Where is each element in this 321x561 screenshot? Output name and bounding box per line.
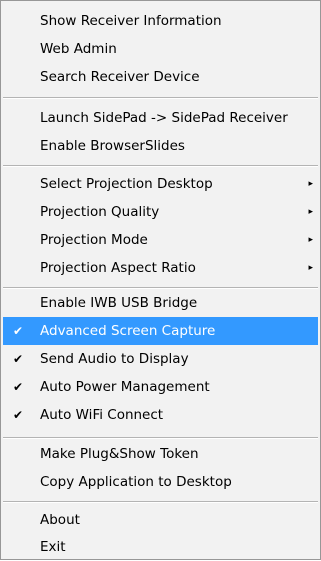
menu-item-enable-browserslides[interactable]: Enable BrowserSlides xyxy=(3,132,318,160)
menu-item-label: Launch SidePad -> SidePad Receiver xyxy=(40,110,288,126)
menu-item-select-projection-desktop[interactable]: Select Projection Desktop ▸ xyxy=(3,170,318,198)
menu-item-send-audio-to-display[interactable]: ✔ Send Audio to Display xyxy=(3,345,318,373)
menu-separator xyxy=(3,165,318,167)
menu-item-label: Enable BrowserSlides xyxy=(40,138,185,154)
menu-item-show-receiver-information[interactable]: Show Receiver Information xyxy=(3,7,318,35)
menu-separator xyxy=(3,97,318,99)
menu-item-projection-aspect-ratio[interactable]: Projection Aspect Ratio ▸ xyxy=(3,254,318,282)
submenu-arrow-icon: ▸ xyxy=(308,179,313,189)
menu-item-enable-iwb-usb-bridge[interactable]: Enable IWB USB Bridge xyxy=(3,289,318,317)
menu-item-projection-quality[interactable]: Projection Quality ▸ xyxy=(3,198,318,226)
checkmark-icon: ✔ xyxy=(13,408,24,422)
menu-item-label: Send Audio to Display xyxy=(40,351,189,367)
checkmark-icon: ✔ xyxy=(13,324,24,338)
menu-item-copy-application-to-desktop[interactable]: Copy Application to Desktop xyxy=(3,468,318,496)
checkmark-icon: ✔ xyxy=(13,352,24,366)
menu-item-label: Web Admin xyxy=(40,41,117,57)
menu-item-launch-sidepad[interactable]: Launch SidePad -> SidePad Receiver xyxy=(3,104,318,132)
menu-item-about[interactable]: About xyxy=(3,506,318,534)
menu-item-web-admin[interactable]: Web Admin xyxy=(3,35,318,63)
submenu-arrow-icon: ▸ xyxy=(308,235,313,245)
menu-item-label: Enable IWB USB Bridge xyxy=(40,295,198,311)
menu-item-label: About xyxy=(40,512,80,528)
menu-item-exit[interactable]: Exit xyxy=(3,533,318,561)
checkmark-icon: ✔ xyxy=(13,380,24,394)
submenu-arrow-icon: ▸ xyxy=(308,263,313,273)
menu-item-label: Search Receiver Device xyxy=(40,69,200,85)
menu-item-label: Projection Mode xyxy=(40,232,148,248)
menu-item-label: Auto WiFi Connect xyxy=(40,407,164,423)
menu-item-label: Exit xyxy=(40,539,66,555)
menu-item-search-receiver-device[interactable]: Search Receiver Device xyxy=(3,63,318,91)
menu-separator xyxy=(3,437,318,439)
menu-item-auto-power-management[interactable]: ✔ Auto Power Management xyxy=(3,373,318,401)
menu-item-make-plug-show-token[interactable]: Make Plug&Show Token xyxy=(3,440,318,468)
menu-item-label: Advanced Screen Capture xyxy=(40,323,216,339)
menu-item-label: Copy Application to Desktop xyxy=(40,474,232,490)
menu-item-label: Projection Quality xyxy=(40,204,160,220)
menu-item-label: Auto Power Management xyxy=(40,379,210,395)
context-menu: Show Receiver Information Web Admin Sear… xyxy=(0,0,321,560)
menu-item-advanced-screen-capture[interactable]: ✔ Advanced Screen Capture xyxy=(3,317,318,345)
menu-separator xyxy=(3,501,318,503)
menu-item-auto-wifi-connect[interactable]: ✔ Auto WiFi Connect xyxy=(3,401,318,429)
menu-item-label: Make Plug&Show Token xyxy=(40,446,199,462)
submenu-arrow-icon: ▸ xyxy=(308,207,313,217)
menu-item-label: Show Receiver Information xyxy=(40,13,222,29)
menu-item-projection-mode[interactable]: Projection Mode ▸ xyxy=(3,226,318,254)
menu-item-label: Select Projection Desktop xyxy=(40,176,213,192)
menu-item-label: Projection Aspect Ratio xyxy=(40,260,196,276)
